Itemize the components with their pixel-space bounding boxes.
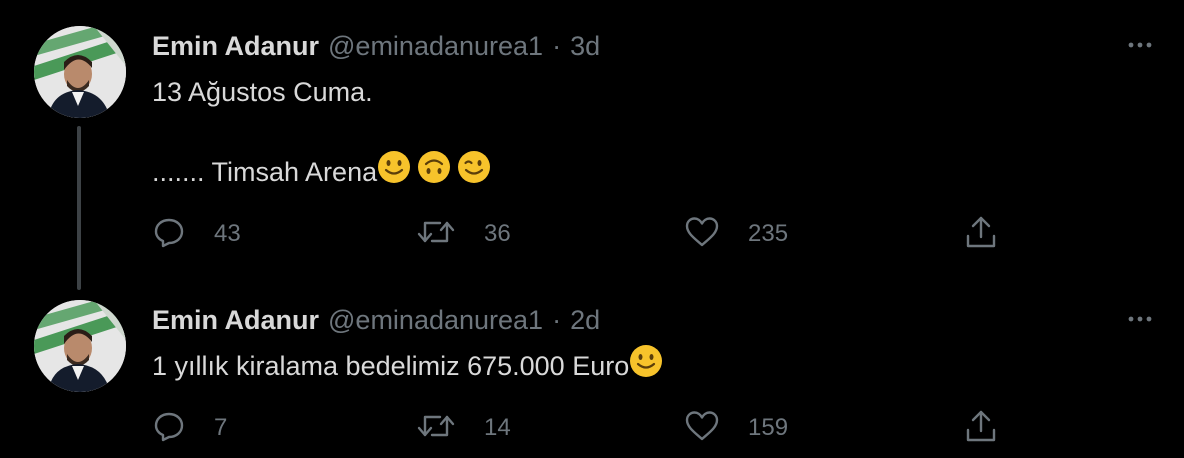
separator-dot: · xyxy=(552,304,562,335)
separator-dot: · xyxy=(552,30,562,61)
reply-icon xyxy=(152,409,186,448)
retweet-count: 14 xyxy=(484,414,511,441)
reply-count: 7 xyxy=(214,414,228,441)
share-icon xyxy=(964,408,998,449)
more-horizontal-icon xyxy=(1128,36,1152,54)
retweet-button[interactable]: 14 xyxy=(416,408,511,448)
like-count: 235 xyxy=(748,220,789,247)
slightly-smiling-face-icon xyxy=(377,150,411,193)
reply-button[interactable]: 43 xyxy=(152,214,241,254)
upside-down-face-icon xyxy=(417,150,451,193)
tweet-text: 1 yıllık kiralama bedelimiz 675.000 Euro xyxy=(152,351,630,381)
author-display-name[interactable]: Emin Adanur xyxy=(152,305,319,336)
like-icon xyxy=(684,215,720,254)
reply-icon xyxy=(152,215,186,254)
avatar[interactable] xyxy=(34,300,126,392)
avatar[interactable] xyxy=(34,26,126,118)
tweet[interactable]: Emin Adanur @eminadanurea1 · 3d 13 Ağust… xyxy=(0,0,1184,290)
share-button[interactable] xyxy=(964,214,998,254)
retweet-button[interactable]: 36 xyxy=(416,214,511,254)
more-options-button[interactable] xyxy=(1122,304,1158,334)
more-options-button[interactable] xyxy=(1122,30,1158,60)
tweet[interactable]: Emin Adanur @eminadanurea1 · 2d 1 yıllık… xyxy=(0,290,1184,458)
winking-face-icon xyxy=(457,150,491,193)
reply-button[interactable]: 7 xyxy=(152,408,227,448)
tweet-timestamp[interactable]: 3d xyxy=(570,31,600,62)
tweet-header: Emin Adanur @eminadanurea1 · 3d xyxy=(152,28,600,64)
retweet-count: 36 xyxy=(484,220,511,247)
share-icon xyxy=(964,214,998,255)
tweet-thread: Emin Adanur @eminadanurea1 · 3d 13 Ağust… xyxy=(0,0,1184,458)
share-button[interactable] xyxy=(964,408,998,448)
tweet-text: ....... Timsah Arena xyxy=(152,157,378,187)
tweet-text: 13 Ağustos Cuma. xyxy=(152,77,373,107)
tweet-text-line: 13 Ağustos Cuma. xyxy=(152,74,373,110)
more-horizontal-icon xyxy=(1128,310,1152,328)
tweet-text-line: ....... Timsah Arena xyxy=(152,151,491,193)
like-button[interactable]: 235 xyxy=(684,214,788,254)
tweet-actions: 7 14 159 xyxy=(152,408,1012,448)
tweet-text-line: 1 yıllık kiralama bedelimiz 675.000 Euro xyxy=(152,345,663,387)
thread-connector-line xyxy=(77,126,81,290)
slightly-smiling-face-icon xyxy=(629,344,663,387)
author-display-name[interactable]: Emin Adanur xyxy=(152,31,319,62)
like-count: 159 xyxy=(748,414,789,441)
retweet-icon xyxy=(416,215,456,254)
tweet-header: Emin Adanur @eminadanurea1 · 2d xyxy=(152,302,600,338)
author-handle[interactable]: @eminadanurea1 xyxy=(328,305,543,336)
retweet-icon xyxy=(416,409,456,448)
reply-count: 43 xyxy=(214,220,241,247)
tweet-timestamp[interactable]: 2d xyxy=(570,305,600,336)
like-button[interactable]: 159 xyxy=(684,408,788,448)
author-handle[interactable]: @eminadanurea1 xyxy=(328,31,543,62)
tweet-actions: 43 36 235 xyxy=(152,214,1012,254)
like-icon xyxy=(684,409,720,448)
